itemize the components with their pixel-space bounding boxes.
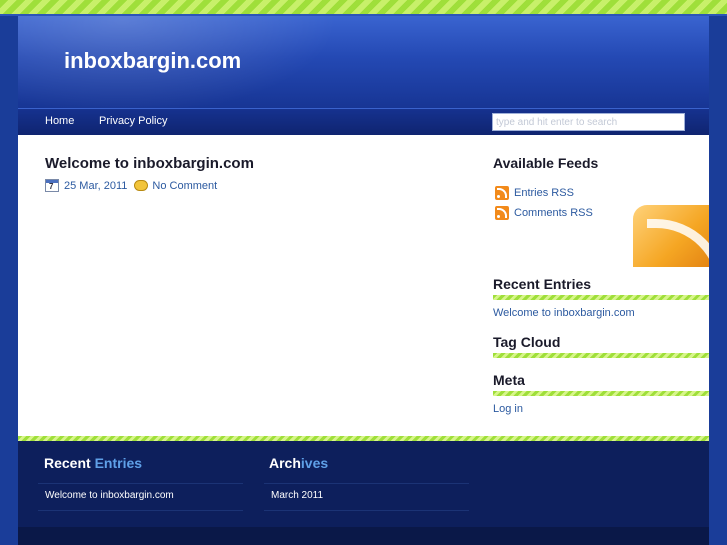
nav-privacy-policy[interactable]: Privacy Policy [99, 115, 167, 127]
main-content: Welcome to inboxbargin.com 7 25 Mar, 201… [18, 135, 709, 436]
divider [493, 353, 709, 358]
nav-home[interactable]: Home [45, 115, 74, 127]
nav-bar: Home Privacy Policy [18, 108, 709, 135]
footer-archives-heading: Archives [269, 455, 328, 471]
divider [493, 295, 709, 300]
meta-heading: Meta [493, 372, 525, 388]
comments-rss-link[interactable]: Comments RSS [495, 206, 593, 220]
available-feeds-heading: Available Feeds [493, 155, 599, 171]
footer: Recent Entries Welcome to inboxbargin.co… [18, 441, 709, 527]
top-stripe [0, 0, 727, 16]
footer-archive-link[interactable]: March 2011 [264, 483, 469, 511]
site-title[interactable]: inboxbargin.com [64, 48, 241, 74]
divider [493, 391, 709, 396]
post-date: 25 Mar, 2011 [64, 179, 128, 192]
calendar-icon: 7 [45, 179, 59, 192]
footer-archives-heading-part1: Arch [269, 455, 301, 471]
comments-rss-label: Comments RSS [514, 207, 593, 219]
rss-icon [495, 206, 509, 220]
footer-bottom-bar [18, 527, 709, 545]
entries-rss-label: Entries RSS [514, 187, 574, 199]
post-comments-link[interactable]: No Comment [152, 180, 217, 192]
comment-icon [134, 180, 149, 191]
site-header: inboxbargin.com [18, 16, 709, 108]
log-in-link[interactable]: Log in [493, 403, 523, 415]
footer-archives-heading-part2: ives [300, 455, 329, 471]
post-title[interactable]: Welcome to inboxbargin.com [45, 155, 254, 172]
footer-recent-entry-link[interactable]: Welcome to inboxbargin.com [38, 483, 243, 511]
calendar-day: 7 [49, 182, 54, 191]
tag-cloud-heading: Tag Cloud [493, 334, 561, 350]
rss-icon [495, 186, 509, 200]
entries-rss-link[interactable]: Entries RSS [495, 186, 574, 200]
recent-entry-link[interactable]: Welcome to inboxbargin.com [493, 307, 635, 319]
footer-recent-entries-heading: Recent Entries [44, 455, 142, 471]
footer-recent-heading-part2: Entries [94, 455, 143, 471]
recent-entries-heading: Recent Entries [493, 276, 592, 292]
footer-recent-heading-part1: Recent [44, 455, 95, 471]
search-input[interactable] [492, 113, 685, 131]
post-meta: 7 25 Mar, 2011 No Comment [45, 179, 217, 192]
sidebar: Available Feeds Entries RSS Comments RSS… [493, 135, 709, 436]
rss-feed-graphic-icon [633, 205, 709, 267]
